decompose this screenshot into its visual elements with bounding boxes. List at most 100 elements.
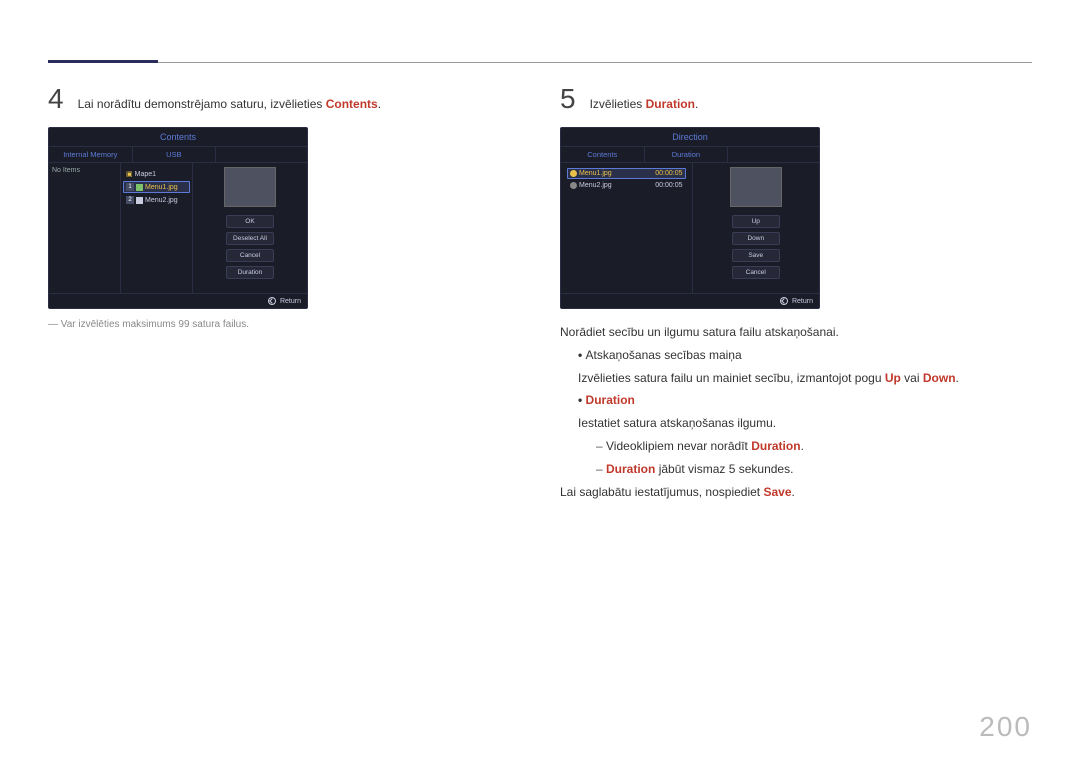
sc2-file1-dur: 00:00:05 xyxy=(655,170,682,177)
column-left: 4 Lai norādītu demonstrējamo saturu, izv… xyxy=(48,85,520,503)
l7-acc: Duration xyxy=(606,462,655,476)
step5-text: Izvēlieties Duration. xyxy=(590,95,699,113)
disc-icon xyxy=(570,182,577,189)
ok-button[interactable]: OK xyxy=(226,215,274,228)
divider-thin xyxy=(158,62,1032,63)
checkbox-icon xyxy=(136,184,143,191)
sc2-file2[interactable]: Menu2.jpg 00:00:05 xyxy=(567,180,686,191)
sc1-left-panel: No Items xyxy=(49,163,121,293)
sc1-title: Contents xyxy=(49,128,307,147)
checkbox-icon xyxy=(136,197,143,204)
preview-thumbnail xyxy=(224,167,276,207)
divider-thick xyxy=(48,60,158,63)
sc2-file1-label: Menu1.jpg xyxy=(579,170,653,177)
step5-accent: Duration xyxy=(646,97,695,111)
sc2-footer: Return xyxy=(561,293,819,308)
l3-post: . xyxy=(956,371,959,385)
l6-acc: Duration xyxy=(751,439,800,453)
l6-post: . xyxy=(801,439,804,453)
step5-pre: Izvēlieties xyxy=(590,97,646,111)
return-icon xyxy=(780,297,788,305)
sc2-col-blank xyxy=(727,147,819,162)
step4-number: 4 xyxy=(48,85,64,113)
step4-footnote-text: Var izvēlēties maksimums 99 satura failu… xyxy=(61,319,249,330)
return-icon xyxy=(268,297,276,305)
prose-l3: Izvēlieties satura failu un mainiet secī… xyxy=(578,367,1032,390)
sc2-body: Menu1.jpg 00:00:05 Menu2.jpg 00:00:05 Up… xyxy=(561,163,819,293)
l7-post: jābūt vismaz 5 sekundes. xyxy=(655,462,793,476)
l6-pre: Videoklipiem nevar norādīt xyxy=(606,439,751,453)
step4-row: 4 Lai norādītu demonstrējamo saturu, izv… xyxy=(48,85,520,113)
step4-accent: Contents xyxy=(326,97,378,111)
sc2-file1[interactable]: Menu1.jpg 00:00:05 xyxy=(567,168,686,179)
prose-l2-bullet: Atskaņošanas secības maiņa xyxy=(578,344,1032,367)
prose-l7: Duration jābūt vismaz 5 sekundes. xyxy=(596,458,1032,481)
l8-pre: Lai saglabātu iestatījumus, nospiediet xyxy=(560,485,763,499)
up-button[interactable]: Up xyxy=(732,215,780,228)
sc1-mid-panel: ▣ Mape1 1 Menu1.jpg 2 Menu2.jpg xyxy=(121,163,193,293)
columns: 4 Lai norādītu demonstrējamo saturu, izv… xyxy=(48,85,1032,503)
disc-icon xyxy=(570,170,577,177)
save-button[interactable]: Save xyxy=(732,249,780,262)
step4-pre: Lai norādītu demonstrējamo saturu, izvēl… xyxy=(78,97,326,111)
prose-l4: Duration xyxy=(586,393,635,407)
l3-pre: Izvēlieties satura failu un mainiet secī… xyxy=(578,371,885,385)
sc1-no-items: No Items xyxy=(52,167,117,174)
direction-screenshot: Direction Contents Duration Menu1.jpg 00… xyxy=(560,127,820,309)
sc1-folder[interactable]: ▣ Mape1 xyxy=(123,168,190,180)
l3-down: Down xyxy=(923,371,956,385)
step5-prose: Norādiet secību un ilgumu satura failu a… xyxy=(560,321,1032,503)
page: 4 Lai norādītu demonstrējamo saturu, izv… xyxy=(0,0,1080,503)
sc2-file2-label: Menu2.jpg xyxy=(579,182,653,189)
sc1-file2-label: Menu2.jpg xyxy=(145,197,178,204)
sc1-folder-label: Mape1 xyxy=(135,171,156,178)
l8-post: . xyxy=(792,485,795,499)
cancel-button[interactable]: Cancel xyxy=(226,249,274,262)
sc1-header: Internal Memory USB xyxy=(49,147,307,163)
sc2-col-duration: Duration xyxy=(644,147,728,162)
prose-l6: Videoklipiem nevar norādīt Duration. xyxy=(596,435,1032,458)
step4-footnote: Var izvēlēties maksimums 99 satura failu… xyxy=(48,319,520,330)
column-right: 5 Izvēlieties Duration. Direction Conten… xyxy=(560,85,1032,503)
sc1-right-panel: OK Deselect All Cancel Duration xyxy=(193,163,307,293)
down-button[interactable]: Down xyxy=(732,232,780,245)
step5-number: 5 xyxy=(560,85,576,113)
sc1-file1-label: Menu1.jpg xyxy=(145,184,178,191)
sc2-return[interactable]: Return xyxy=(792,298,813,305)
preview-thumbnail xyxy=(730,167,782,207)
folder-icon: ▣ xyxy=(126,170,133,178)
sc1-file2-idx: 2 xyxy=(126,196,134,204)
step4-text: Lai norādītu demonstrējamo saturu, izvēl… xyxy=(78,95,381,113)
duration-button[interactable]: Duration xyxy=(226,266,274,279)
sc1-col-usb: USB xyxy=(132,147,216,162)
sc1-file1[interactable]: 1 Menu1.jpg xyxy=(123,181,190,193)
sc2-title: Direction xyxy=(561,128,819,147)
prose-l2: Atskaņošanas secības maiņa xyxy=(586,348,742,362)
prose-l1: Norādiet secību un ilgumu satura failu a… xyxy=(560,321,1032,344)
header-divider xyxy=(48,60,1032,63)
prose-l4-bullet: Duration xyxy=(578,389,1032,412)
sc1-file1-idx: 1 xyxy=(126,183,134,191)
deselect-button[interactable]: Deselect All xyxy=(226,232,274,245)
l8-acc: Save xyxy=(763,485,791,499)
sc1-file2[interactable]: 2 Menu2.jpg xyxy=(123,194,190,206)
prose-l8: Lai saglabātu iestatījumus, nospiediet S… xyxy=(560,481,1032,504)
sc2-header: Contents Duration xyxy=(561,147,819,163)
sc2-col-contents: Contents xyxy=(561,147,644,162)
sc2-file2-dur: 00:00:05 xyxy=(655,182,682,189)
sc1-body: No Items ▣ Mape1 1 Menu1.jpg xyxy=(49,163,307,293)
sc2-right-panel: Up Down Save Cancel xyxy=(693,163,820,293)
page-number: 200 xyxy=(979,711,1032,743)
sc1-return[interactable]: Return xyxy=(280,298,301,305)
step4-post: . xyxy=(378,97,381,111)
contents-screenshot: Contents Internal Memory USB No Items ▣ … xyxy=(48,127,308,309)
sc1-footer: Return xyxy=(49,293,307,308)
cancel-button[interactable]: Cancel xyxy=(732,266,780,279)
prose-l5: Iestatiet satura atskaņošanas ilgumu. xyxy=(578,412,1032,435)
sc1-col-internal: Internal Memory xyxy=(49,147,132,162)
l3-up: Up xyxy=(885,371,901,385)
l3-mid: vai xyxy=(901,371,923,385)
sc1-col-blank xyxy=(215,147,307,162)
step5-row: 5 Izvēlieties Duration. xyxy=(560,85,1032,113)
step5-post: . xyxy=(695,97,698,111)
